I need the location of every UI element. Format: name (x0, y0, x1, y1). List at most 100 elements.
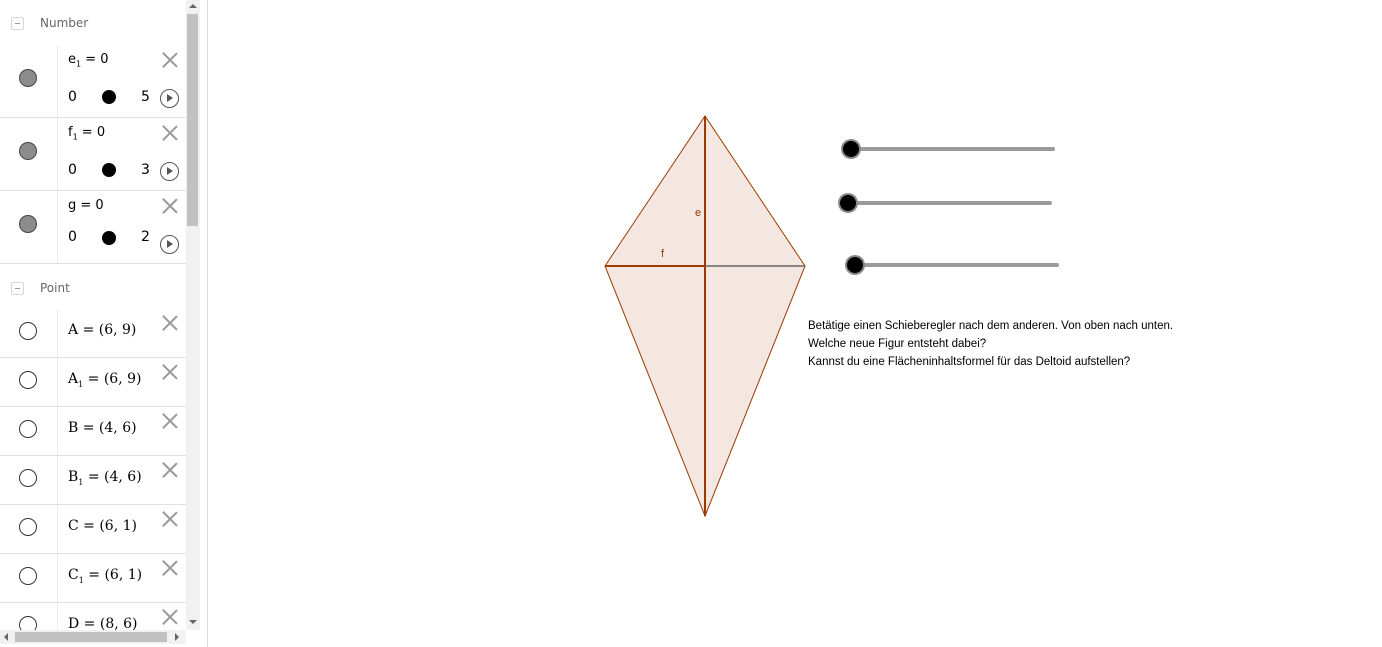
algebra-view: Number e1 = 0 0 5 f1 = 0 0 3 g = 0 0 2 P… (0, 0, 201, 647)
definition-D[interactable]: D = (8, 6) (68, 616, 138, 630)
visibility-toggle-icon[interactable] (19, 215, 37, 233)
delete-icon[interactable] (162, 364, 178, 380)
delete-icon[interactable] (162, 198, 178, 214)
mini-slider-knob[interactable] (102, 163, 116, 177)
definition-B[interactable]: B = (4, 6) (68, 420, 137, 438)
visibility-toggle-icon[interactable] (19, 322, 37, 340)
group-header-point[interactable]: Point (0, 264, 186, 308)
point-name: B (68, 420, 79, 436)
scroll-up-icon[interactable] (189, 4, 197, 8)
scroll-right-icon[interactable] (175, 633, 179, 641)
point-name: A (68, 371, 79, 387)
delete-icon[interactable] (162, 462, 178, 478)
visibility-toggle-icon[interactable] (19, 616, 37, 630)
visibility-toggle-icon[interactable] (19, 420, 37, 438)
marble-cell (0, 554, 58, 602)
delete-icon[interactable] (162, 413, 178, 429)
slider-min: 0 (68, 162, 77, 178)
group-header-number[interactable]: Number (0, 0, 186, 44)
play-icon[interactable] (160, 235, 179, 254)
slider-track[interactable] (847, 263, 1059, 267)
delete-icon[interactable] (162, 511, 178, 527)
definition-g[interactable]: g = 0 (68, 198, 104, 215)
play-icon[interactable] (160, 89, 179, 108)
marble-cell (0, 45, 58, 117)
number-row-f1[interactable]: f1 = 0 0 3 (0, 118, 186, 191)
point-name: C (68, 567, 79, 583)
point-value: = (4, 6) (78, 420, 137, 436)
point-row-A[interactable]: A = (6, 9) (0, 309, 186, 358)
view-divider[interactable] (200, 0, 208, 647)
marble-cell (0, 456, 58, 504)
point-row-C1[interactable]: C1 = (6, 1) (0, 554, 186, 603)
slider-knob[interactable] (843, 141, 859, 157)
point-value: = (4, 6) (83, 469, 142, 485)
f1-slider[interactable] (840, 195, 1052, 211)
scroll-left-icon[interactable] (4, 633, 8, 641)
definition-e1[interactable]: e1 = 0 (68, 52, 109, 69)
label-e: e (695, 207, 701, 219)
marble-cell (0, 191, 58, 263)
point-row-A1[interactable]: A1 = (6, 9) (0, 358, 186, 407)
delete-icon[interactable] (162, 560, 178, 576)
definition-f1[interactable]: f1 = 0 (68, 125, 105, 142)
slider-knob[interactable] (840, 195, 856, 211)
number-row-g[interactable]: g = 0 0 2 (0, 191, 186, 264)
delete-icon[interactable] (162, 609, 178, 625)
group-label: Point (40, 281, 70, 295)
horizontal-scroll-thumb[interactable] (15, 632, 167, 642)
slider-min: 0 (68, 89, 77, 105)
point-value: = (6, 1) (78, 518, 137, 534)
point-name: A (68, 322, 79, 338)
delete-icon[interactable] (162, 315, 178, 331)
marble-cell (0, 407, 58, 455)
collapse-icon[interactable] (11, 282, 24, 295)
vertical-scroll-thumb[interactable] (187, 14, 198, 226)
slider-knob[interactable] (847, 257, 863, 273)
visibility-toggle-icon[interactable] (19, 567, 37, 585)
visibility-toggle-icon[interactable] (19, 518, 37, 536)
slider-track[interactable] (840, 201, 1052, 205)
mini-slider-knob[interactable] (102, 231, 116, 245)
point-row-B[interactable]: B = (4, 6) (0, 407, 186, 456)
kite-drawing: e f (604, 115, 806, 518)
point-value: = (6, 1) (83, 567, 143, 583)
visibility-toggle-icon[interactable] (19, 469, 37, 487)
vertical-scrollbar[interactable] (186, 0, 200, 630)
var-value: = 0 (77, 125, 106, 140)
definition-C1[interactable]: C1 = (6, 1) (68, 567, 142, 585)
definition-A[interactable]: A = (6, 9) (68, 322, 136, 340)
slider-max: 3 (141, 162, 150, 178)
definition-C[interactable]: C = (6, 1) (68, 518, 137, 536)
point-row-C[interactable]: C = (6, 1) (0, 505, 186, 554)
delete-icon[interactable] (162, 125, 178, 141)
slider-track[interactable] (843, 147, 1055, 151)
algebra-list: Number e1 = 0 0 5 f1 = 0 0 3 g = 0 0 2 P… (0, 0, 186, 630)
horizontal-scrollbar[interactable] (0, 630, 186, 644)
task-line-2: Welche neue Figur entsteht dabei? (808, 338, 987, 350)
scroll-down-icon[interactable] (189, 620, 197, 624)
point-value: = (6, 9) (78, 322, 137, 338)
var-value: = 0 (81, 52, 109, 67)
g-slider[interactable] (847, 257, 1059, 273)
definition-B1[interactable]: B1 = (4, 6) (68, 469, 142, 487)
e1-slider[interactable] (843, 141, 1055, 157)
number-row-e1[interactable]: e1 = 0 0 5 (0, 45, 186, 118)
var-value: = 0 (76, 198, 104, 213)
collapse-icon[interactable] (11, 17, 24, 30)
var-name: e (68, 52, 76, 67)
point-row-D[interactable]: D = (8, 6) (0, 603, 186, 630)
slider-max: 2 (141, 229, 150, 245)
slider-min: 0 (68, 229, 77, 245)
delete-icon[interactable] (162, 52, 178, 68)
graphics-view[interactable]: e f Betätige einen Schieberegler nach de… (209, 0, 1382, 647)
definition-A1[interactable]: A1 = (6, 9) (68, 371, 142, 389)
point-value: = (6, 9) (83, 371, 142, 387)
visibility-toggle-icon[interactable] (19, 69, 37, 87)
visibility-toggle-icon[interactable] (19, 371, 37, 389)
marble-cell (0, 309, 58, 357)
visibility-toggle-icon[interactable] (19, 142, 37, 160)
mini-slider-knob[interactable] (102, 90, 116, 104)
point-row-B1[interactable]: B1 = (4, 6) (0, 456, 186, 505)
play-icon[interactable] (160, 162, 179, 181)
